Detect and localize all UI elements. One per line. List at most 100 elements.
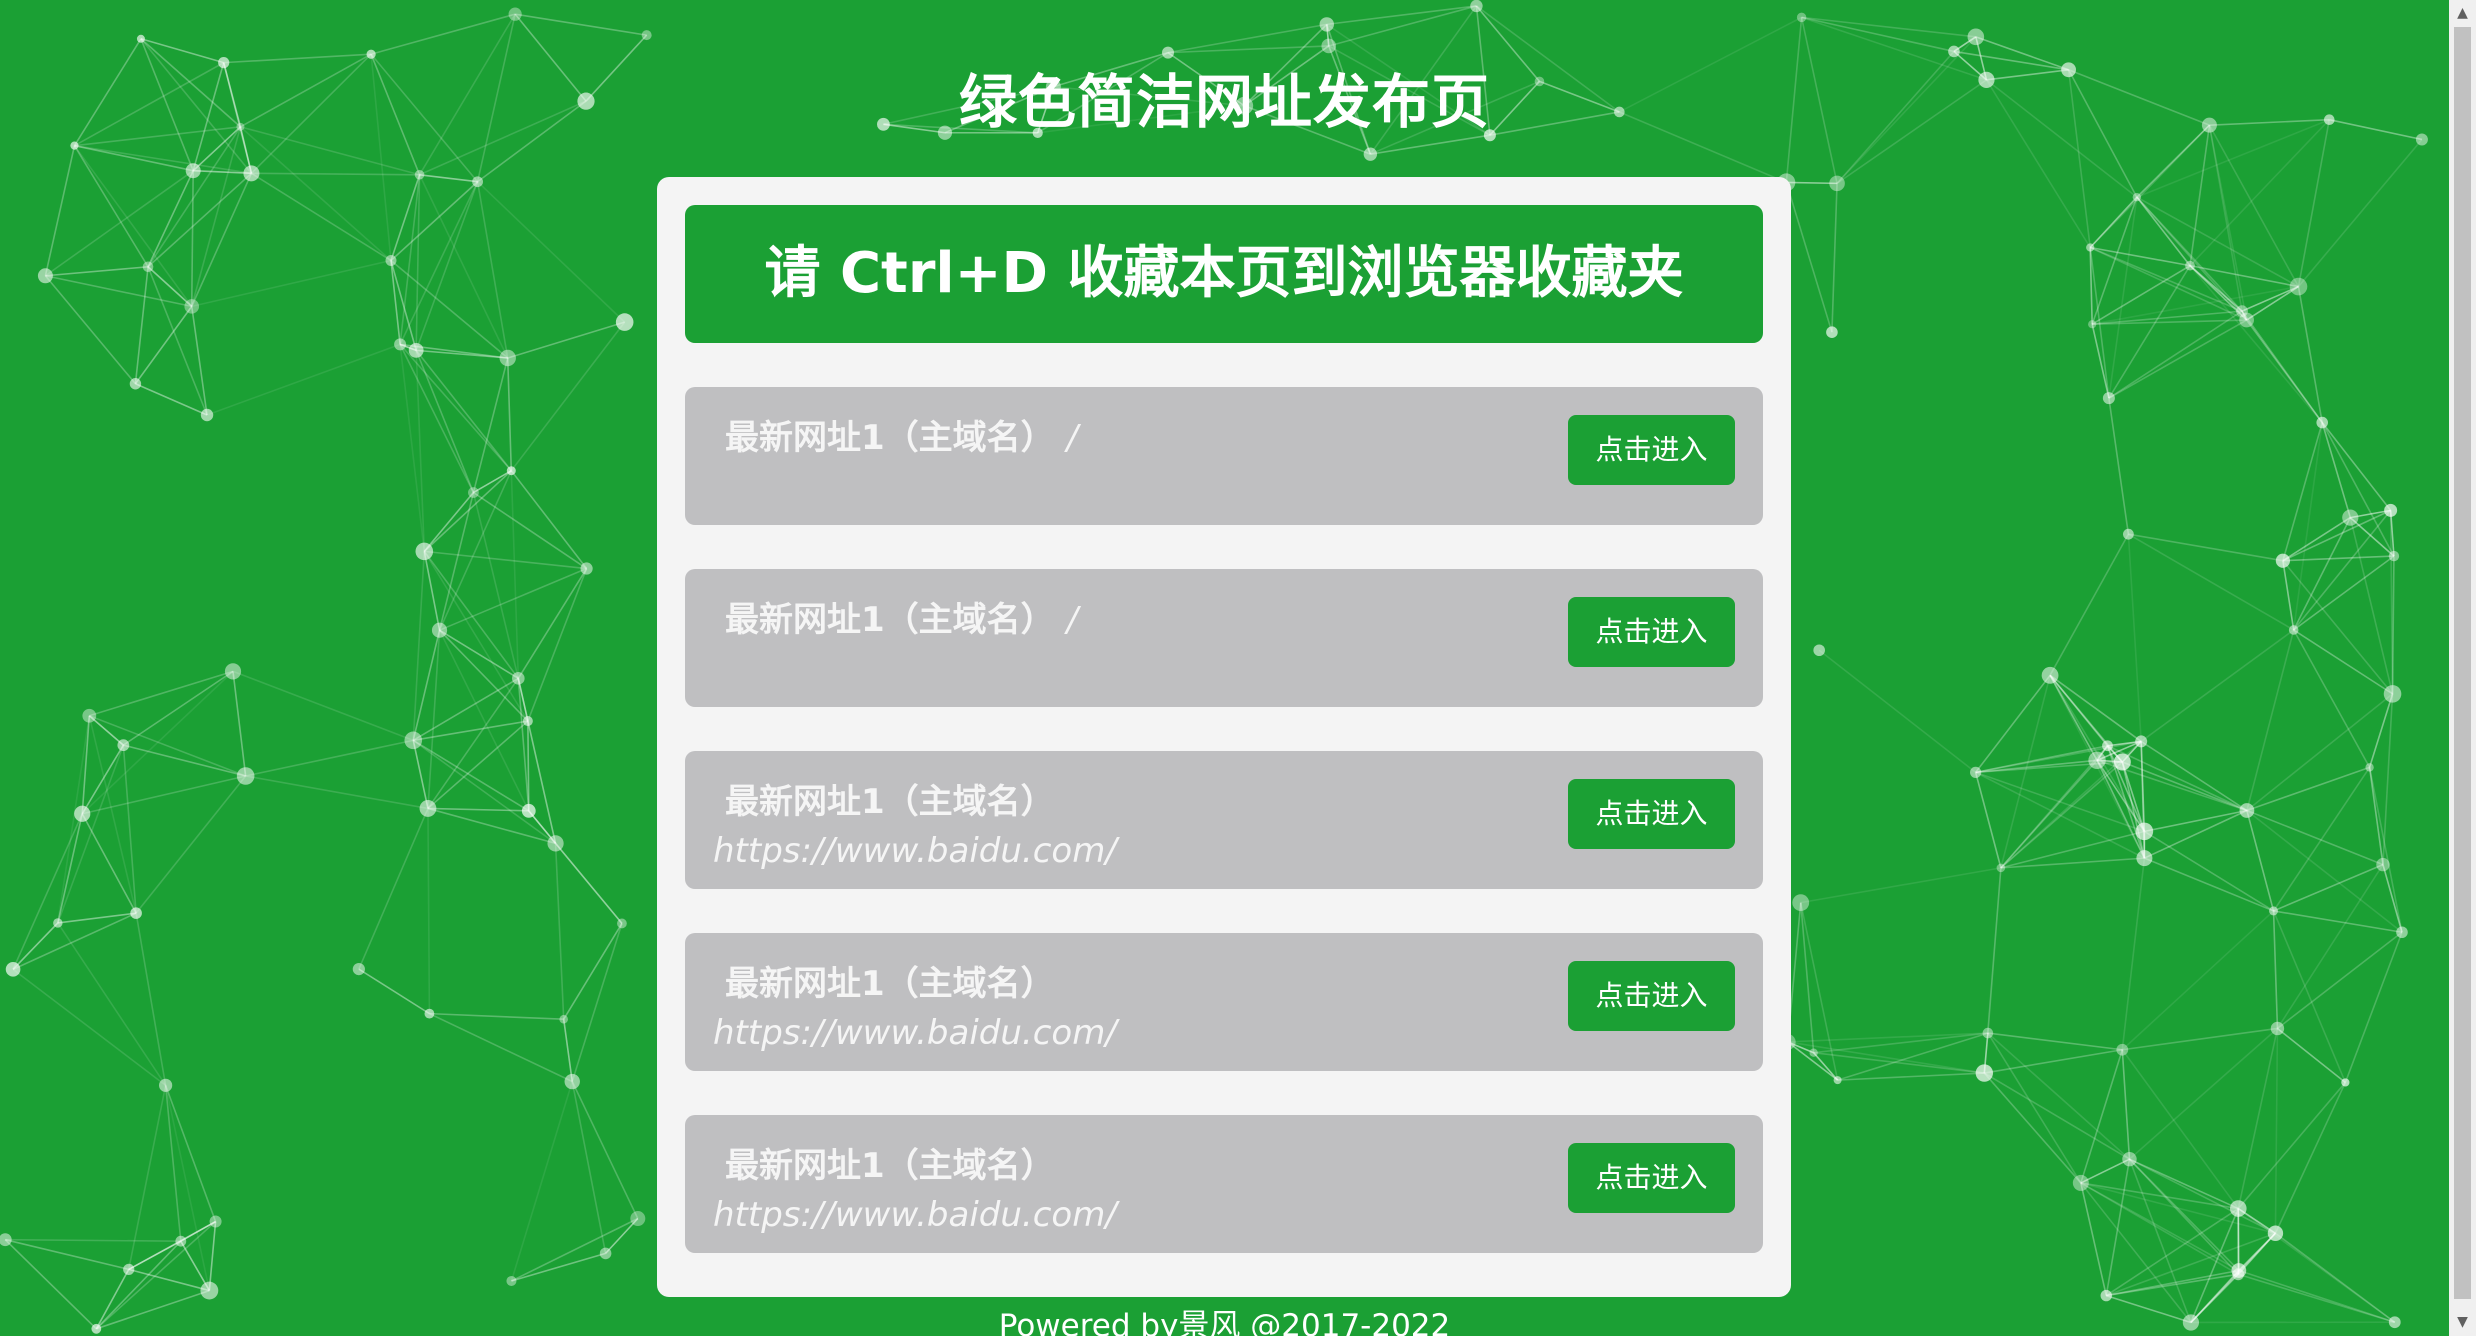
network-node — [2122, 1151, 2137, 1167]
network-line — [2246, 810, 2275, 912]
network-line — [2127, 534, 2142, 742]
network-line — [2105, 1159, 2131, 1296]
network-line — [44, 145, 76, 276]
network-line — [2144, 857, 2274, 912]
network-node — [185, 163, 201, 179]
network-line — [2321, 422, 2392, 511]
network-node — [506, 1275, 517, 1286]
link-title-text: 最新网址1（主域名） — [725, 1146, 1055, 1186]
network-line — [554, 843, 565, 1020]
network-line — [232, 670, 414, 742]
network-line — [12, 813, 83, 970]
network-node — [123, 1263, 135, 1276]
enter-button[interactable]: 点击进入 — [1568, 597, 1735, 667]
network-line — [429, 1012, 564, 1021]
network-node — [1948, 45, 1960, 58]
network-line — [563, 923, 623, 1020]
network-line — [251, 172, 420, 176]
network-node — [2269, 906, 2279, 916]
enter-button[interactable]: 点击进入 — [1568, 961, 1735, 1031]
enter-button[interactable]: 点击进入 — [1568, 415, 1735, 485]
network-node — [512, 672, 525, 685]
network-node — [2342, 509, 2359, 526]
link-row: 最新网址1（主域名） https://www.baidu.com/ 点击进入 — [685, 1115, 1763, 1253]
link-row: 最新网址1（主域名） / 点击进入 — [685, 569, 1763, 707]
network-node — [1829, 175, 1845, 192]
network-line — [1799, 902, 1815, 1053]
network-node — [414, 169, 425, 180]
network-line — [2121, 910, 2275, 1051]
network-line — [1801, 16, 1976, 38]
network-node — [2288, 625, 2299, 635]
network-node — [1363, 147, 1378, 161]
scroll-up-arrow-icon[interactable]: ▲ — [2449, 0, 2476, 27]
enter-button[interactable]: 点击进入 — [1568, 779, 1735, 849]
network-line — [245, 775, 429, 810]
network-line — [2274, 1082, 2347, 1234]
network-node — [2341, 1078, 2350, 1087]
network-node — [1967, 28, 1985, 46]
network-line — [2108, 265, 2191, 399]
network-node — [70, 141, 79, 150]
network-node — [200, 1281, 219, 1300]
network-line — [2128, 1027, 2278, 1160]
network-line — [412, 740, 429, 809]
network-line — [507, 321, 625, 359]
network-node — [2072, 1174, 2089, 1191]
network-node — [2102, 740, 2113, 752]
link-url[interactable]: https://www.baidu.com/ — [713, 1011, 1117, 1055]
bookmark-notice-banner: 请 Ctrl+D 收藏本页到浏览器收藏夹 — [685, 205, 1763, 343]
network-line — [2297, 286, 2324, 423]
network-node — [2136, 850, 2153, 867]
link-url[interactable]: https://www.baidu.com/ — [713, 829, 1117, 873]
network-node — [175, 1235, 187, 1247]
network-node — [224, 663, 242, 680]
network-line — [2108, 319, 2247, 399]
network-line — [5, 1238, 181, 1242]
network-line — [1167, 45, 1329, 54]
link-title: 最新网址1（主域名） — [725, 961, 1067, 1007]
network-line — [2122, 1027, 2278, 1051]
network-line — [515, 13, 647, 36]
network-line — [2272, 910, 2347, 1083]
link-title-text: 最新网址1（主域名） — [725, 418, 1055, 458]
network-node — [2088, 320, 2097, 329]
network-line — [2245, 319, 2323, 424]
network-line — [2121, 761, 2146, 859]
network-node — [1982, 1027, 1994, 1039]
network-node — [200, 408, 214, 422]
network-node — [236, 767, 255, 785]
network-node — [431, 622, 448, 638]
link-title: 最新网址1（主域名） / — [725, 597, 1078, 643]
network-node — [547, 835, 564, 852]
network-line — [439, 567, 587, 631]
network-line — [1328, 5, 1477, 47]
network-node — [2135, 735, 2148, 748]
scroll-down-arrow-icon[interactable]: ▼ — [2449, 1309, 2476, 1336]
network-line — [1801, 16, 1955, 53]
network-line — [2241, 285, 2299, 312]
network-line — [2105, 1232, 2276, 1297]
link-title-text: 最新网址1（主域名） — [725, 964, 1055, 1004]
network-node — [2365, 763, 2374, 772]
network-line — [358, 808, 429, 970]
network-line — [1813, 1051, 1985, 1074]
network-line — [2121, 1049, 2131, 1160]
network-node — [82, 708, 97, 723]
network-line — [2272, 766, 2371, 912]
network-line — [510, 470, 588, 570]
network-line — [2128, 1158, 2239, 1275]
network-line — [517, 568, 588, 679]
link-url[interactable]: https://www.baidu.com/ — [713, 1193, 1117, 1237]
network-node — [1162, 46, 1175, 59]
network-line — [82, 775, 246, 815]
vertical-scrollbar[interactable]: ▲ ▼ — [2449, 0, 2476, 1336]
enter-button[interactable]: 点击进入 — [1568, 1143, 1735, 1213]
scrollbar-thumb[interactable] — [2454, 27, 2471, 1299]
network-node — [2102, 392, 2115, 405]
network-line — [245, 739, 414, 777]
network-line — [2080, 1158, 2130, 1184]
network-node — [1813, 644, 1825, 657]
network-line — [1975, 771, 2145, 859]
network-line — [164, 1085, 182, 1242]
